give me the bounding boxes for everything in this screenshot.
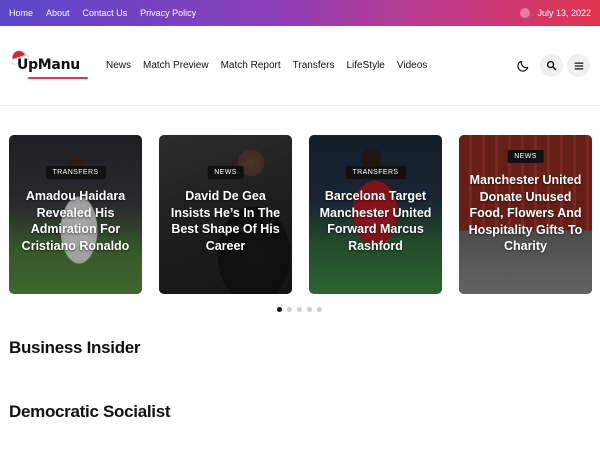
slider-pagination xyxy=(277,307,327,312)
card-category-badge[interactable]: Transfers xyxy=(345,166,406,179)
slider-card[interactable]: Transfers Barcelona Target Manchester Un… xyxy=(309,135,442,294)
moon-icon[interactable] xyxy=(516,59,530,73)
search-button[interactable] xyxy=(540,54,563,77)
top-link-about[interactable]: About xyxy=(46,8,70,18)
nav-item-match-preview[interactable]: Match Preview xyxy=(143,60,209,71)
site-logo[interactable]: UpManu xyxy=(10,48,90,81)
site-header: UpManu News Match Preview Match Report T… xyxy=(0,26,600,106)
top-link-privacy[interactable]: Privacy Policy xyxy=(140,8,196,18)
search-icon xyxy=(546,60,557,71)
top-link-contact[interactable]: Contact Us xyxy=(83,8,128,18)
card-title[interactable]: Barcelona Target Manchester United Forwa… xyxy=(315,188,436,254)
menu-button[interactable] xyxy=(567,54,590,77)
logo-text: UpManu xyxy=(17,56,80,73)
nav-item-news[interactable]: News xyxy=(106,60,131,71)
pagination-dot-1[interactable] xyxy=(277,307,282,312)
card-title[interactable]: Manchester United Donate Unused Food, Fl… xyxy=(465,172,586,255)
pagination-dot-3[interactable] xyxy=(297,307,302,312)
main-nav: News Match Preview Match Report Transfer… xyxy=(106,60,439,71)
current-date: July 13, 2022 xyxy=(537,8,591,18)
card-category-badge[interactable]: News xyxy=(207,166,244,179)
top-link-home[interactable]: Home xyxy=(9,8,33,18)
slider-card[interactable]: News Manchester United Donate Unused Foo… xyxy=(459,135,592,294)
slider-card[interactable]: Transfers Amadou Haidara Revealed His Ad… xyxy=(9,135,142,294)
slider-card[interactable]: News David De Gea Insists He’s In The Be… xyxy=(159,135,292,294)
pagination-dot-2[interactable] xyxy=(287,307,292,312)
card-category-badge[interactable]: News xyxy=(507,150,544,163)
nav-item-match-report[interactable]: Match Report xyxy=(221,60,281,71)
pagination-dot-5[interactable] xyxy=(317,307,322,312)
card-title[interactable]: Amadou Haidara Revealed His Admiration F… xyxy=(15,188,136,254)
section-title-democratic-socialist: Democratic Socialist xyxy=(9,402,171,421)
featured-slider: Transfers Amadou Haidara Revealed His Ad… xyxy=(9,135,592,295)
header-actions xyxy=(516,54,590,77)
top-bar-links: Home About Contact Us Privacy Policy xyxy=(9,8,209,18)
top-bar-right: July 13, 2022 xyxy=(520,8,591,18)
menu-icon xyxy=(574,61,583,70)
pagination-dot-4[interactable] xyxy=(307,307,312,312)
nav-item-lifestyle[interactable]: LifeStyle xyxy=(347,60,385,71)
section-title-business-insider: Business Insider xyxy=(9,338,141,357)
nav-item-videos[interactable]: Videos xyxy=(397,60,427,71)
card-category-badge[interactable]: Transfers xyxy=(45,166,106,179)
card-title[interactable]: David De Gea Insists He’s In The Best Sh… xyxy=(165,188,286,254)
logo-underline xyxy=(28,76,88,79)
status-dot-icon xyxy=(520,8,531,18)
nav-item-transfers[interactable]: Transfers xyxy=(293,60,335,71)
top-bar: Home About Contact Us Privacy Policy Jul… xyxy=(0,0,600,26)
